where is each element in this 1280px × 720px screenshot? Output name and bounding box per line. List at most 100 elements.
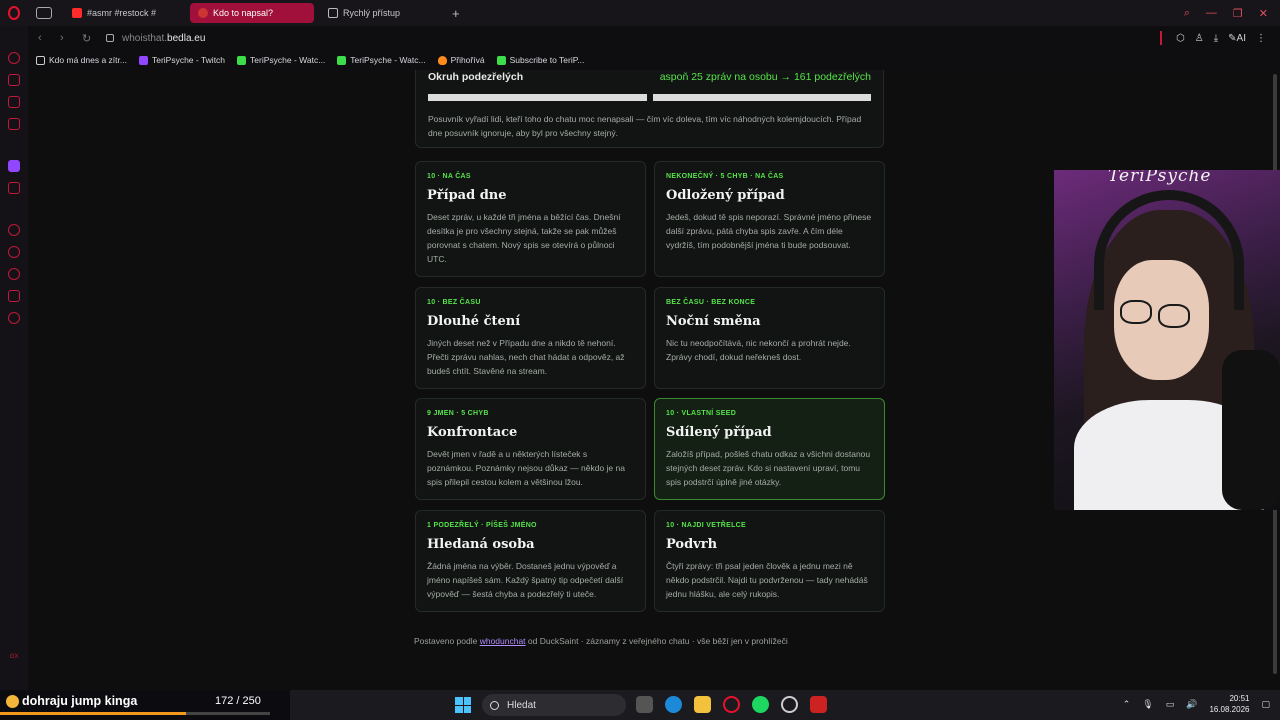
mode-tag: 10 · VLASTNÍ SEED: [666, 410, 737, 417]
minimize-icon[interactable]: —: [1206, 7, 1217, 20]
bookmark-label: TeriPsyche - Twitch: [151, 55, 226, 65]
file-explorer-icon[interactable]: [694, 696, 711, 713]
whodunchat-link[interactable]: whodunchat: [480, 636, 526, 646]
bookmark-label: Kdo má dnes a zítr...: [49, 55, 127, 65]
emoji-icon: [6, 694, 19, 708]
gx-icon[interactable]: GX: [10, 654, 19, 660]
kick-icon: [337, 55, 347, 65]
app-icon[interactable]: [810, 696, 827, 713]
notifications-icon[interactable]: ▢: [1261, 699, 1270, 710]
history-icon[interactable]: [8, 268, 20, 280]
tray-chevron-icon[interactable]: ⌃: [1123, 699, 1131, 710]
tab-asmr[interactable]: #asmr #restock #: [64, 3, 184, 23]
music-icon[interactable]: [8, 96, 20, 108]
tab-label: #asmr #restock #: [87, 8, 157, 18]
bookmark-item[interactable]: TeriPsyche - Watc...: [237, 55, 325, 65]
mode-card-podvrh[interactable]: 10 · NAJDI VETŘELCE Podvrh Čtyři zprávy:…: [654, 510, 885, 612]
profile-icon[interactable]: ♙: [1195, 33, 1204, 44]
clock[interactable]: 20:51 16.08.2026: [1209, 693, 1249, 715]
ai-button[interactable]: ✎AI: [1228, 33, 1246, 44]
mode-title: Konfrontace: [427, 425, 518, 440]
download-icon[interactable]: ⤓: [1214, 33, 1218, 44]
opera-logo-icon[interactable]: [0, 0, 28, 26]
edge-icon[interactable]: [665, 696, 682, 713]
reload-icon[interactable]: ↻: [82, 32, 94, 45]
slider-value: aspoň 25 zpráv na osobu → 161 podezřelýc…: [659, 71, 871, 83]
footer-suffix: od DuckSaint · záznamy z veřejného chatu…: [525, 636, 788, 646]
document-icon: [36, 55, 45, 65]
bookmark-item[interactable]: Subscribe to TeriP...: [496, 55, 584, 65]
mode-card-dlouhe-cteni[interactable]: 10 · BEZ ČASU Dlouhé čtení Jiných deset …: [415, 287, 646, 389]
mode-card-odlozeny-pripad[interactable]: NEKONEČNÝ · 5 CHYB · NA ČAS Odložený pří…: [654, 161, 885, 277]
twitch-sidebar-icon[interactable]: [8, 160, 20, 172]
bookmark-label: TeriPsyche - Watc...: [350, 55, 426, 65]
mode-tag: BEZ ČASU · BEZ KONCE: [666, 299, 756, 306]
microphone: [1222, 350, 1280, 510]
settings-icon[interactable]: [8, 312, 20, 324]
url-field[interactable]: whoisthat.bedla.eu: [122, 33, 205, 44]
twitch-icon: [138, 55, 148, 65]
mode-title: Sdílený případ: [666, 425, 772, 440]
player-icon[interactable]: [8, 118, 20, 130]
search-icon: [490, 700, 499, 710]
bookmark-item[interactable]: Kdo má dnes a zítr...: [36, 55, 127, 65]
mode-description: Založíš případ, pošleš chatu odkaz a vši…: [666, 449, 871, 487]
suspect-range-slider[interactable]: [428, 94, 871, 101]
search-placeholder: Hledat: [507, 699, 536, 711]
windows-start-icon[interactable]: [455, 697, 471, 713]
task-view-icon[interactable]: [636, 696, 653, 713]
aria-icon[interactable]: [8, 52, 20, 64]
bookmark-item[interactable]: TeriPsyche - Twitch: [138, 55, 226, 65]
ai-label: AI: [1236, 32, 1246, 44]
lock-icon[interactable]: [106, 34, 114, 42]
clock-date: 16.08.2026: [1209, 705, 1250, 714]
taskbar-search[interactable]: Hledat: [482, 694, 626, 716]
tab-label: Kdo to napsal?: [213, 8, 274, 18]
bookmark-item[interactable]: Přihořívá: [437, 55, 485, 65]
network-icon[interactable]: ▭: [1166, 699, 1175, 710]
steam-icon[interactable]: [781, 696, 798, 713]
tab-overview-icon[interactable]: [36, 7, 52, 19]
mode-card-sdileny-pripad[interactable]: 10 · VLASTNÍ SEED Sdílený případ Založíš…: [654, 398, 885, 500]
mode-tag: 10 · NAJDI VETŘELCE: [666, 522, 746, 529]
footer-prefix: Postaveno podle: [414, 636, 480, 646]
opera-gx-icon[interactable]: [723, 696, 740, 713]
webcam-overlay: TeriPsyche: [1054, 170, 1280, 510]
clock-icon[interactable]: [8, 224, 20, 236]
close-icon[interactable]: ✕: [1259, 7, 1268, 20]
mode-title: Dlouhé čtení: [427, 314, 521, 329]
url-domain: bedla.eu: [167, 32, 206, 44]
send-icon[interactable]: [8, 290, 20, 302]
kick-icon: [237, 55, 247, 65]
tab-rychly-pristup[interactable]: Rychlý přístup: [320, 3, 440, 23]
mode-card-hledana-osoba[interactable]: 1 PODEZŘELÝ · PÍŠEŠ JMÉNO Hledaná osoba …: [415, 510, 646, 612]
extensions-icon[interactable]: ⬡: [1176, 33, 1185, 44]
shopping-icon[interactable]: [8, 74, 20, 86]
new-tab-plus-icon[interactable]: +: [452, 6, 460, 21]
goal-count: 172 / 250: [215, 695, 261, 707]
youtube-icon: [72, 8, 82, 18]
address-bar: ‹ › ↻ whoisthat.bedla.eu ⬡ ♙ ⤓ ✎AI ⋮: [28, 26, 1280, 50]
volume-icon[interactable]: 🔊: [1186, 699, 1197, 710]
mode-description: Žádná jména na výběr. Dostaneš jednu výp…: [427, 561, 624, 599]
bookmark-item[interactable]: TeriPsyche - Watc...: [337, 55, 426, 65]
mode-card-nocni-smena[interactable]: BEZ ČASU · BEZ KONCE Noční směna Nic tu …: [654, 287, 885, 389]
forward-icon[interactable]: ›: [60, 32, 72, 44]
microphone-icon[interactable]: 🎙: [1142, 699, 1153, 710]
mode-card-pripad-dne[interactable]: 10 · NA ČAS Případ dne Deset zpráv, u ka…: [415, 161, 646, 277]
slider-description: Posuvník vyřadí lidi, kteří toho do chat…: [428, 114, 862, 138]
tab-kdo-to-napsal[interactable]: Kdo to napsal?: [190, 3, 314, 23]
search-icon[interactable]: ⌕: [1184, 7, 1190, 20]
percent-icon[interactable]: [8, 182, 20, 194]
heart-icon[interactable]: [8, 246, 20, 258]
mode-card-konfrontace[interactable]: 9 JMEN · 5 CHYB Konfrontace Devět jmen v…: [415, 398, 646, 500]
goal-progress-fill: [0, 712, 186, 715]
goal-text: dohraju jump kinga: [22, 694, 138, 708]
maximize-icon[interactable]: ❐: [1233, 7, 1243, 20]
clock-time: 20:51: [1229, 694, 1250, 703]
spotify-icon[interactable]: [752, 696, 769, 713]
menu-icon[interactable]: ⋮: [1256, 33, 1266, 44]
windows-taskbar: Hledat ⌃ 🎙 ▭ 🔊 20:51 16.08.2026 ▢: [290, 690, 1280, 720]
back-icon[interactable]: ‹: [38, 32, 50, 44]
opera-sidebar: GX: [0, 26, 28, 690]
